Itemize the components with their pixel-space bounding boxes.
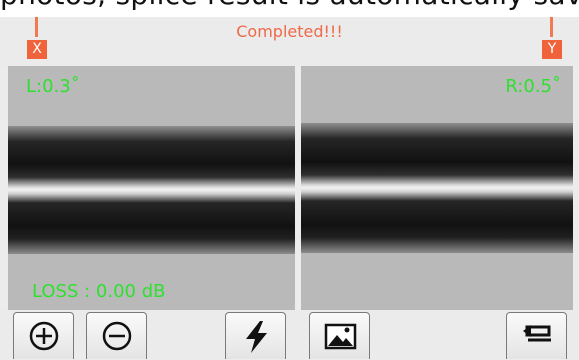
zoom-out-button[interactable]	[86, 312, 147, 359]
y-axis-marker	[550, 17, 553, 37]
caption-text: photos, splice result is automatically s…	[0, 0, 579, 11]
bottom-toolbar	[0, 310, 579, 359]
return-arrow-icon	[523, 325, 551, 342]
right-fiber-view: R:0.5˚	[301, 66, 573, 310]
x-axis-label: X	[27, 40, 47, 59]
left-fiber-view: L:0.3˚ LOSS : 0.00 dB	[8, 66, 295, 310]
y-axis-label: Y	[542, 40, 562, 59]
arc-button[interactable]	[225, 312, 286, 359]
status-header: X Completed!!! Y	[0, 17, 579, 66]
status-text: Completed!!!	[236, 22, 343, 41]
left-angle-readout: L:0.3˚	[26, 76, 80, 97]
picture-icon	[324, 323, 357, 350]
left-fiber-image	[8, 126, 295, 254]
zoom-in-button[interactable]	[13, 312, 74, 359]
right-angle-readout: R:0.5˚	[505, 76, 561, 97]
back-button[interactable]	[506, 312, 567, 359]
plus-circle-icon	[29, 321, 59, 351]
loss-readout: LOSS : 0.00 dB	[32, 281, 166, 302]
caption-strip: photos, splice result is automatically s…	[0, 0, 579, 17]
right-fiber-image	[301, 123, 573, 253]
lightning-icon	[246, 321, 267, 353]
minus-circle-icon	[102, 321, 132, 351]
image-button[interactable]	[309, 312, 370, 359]
